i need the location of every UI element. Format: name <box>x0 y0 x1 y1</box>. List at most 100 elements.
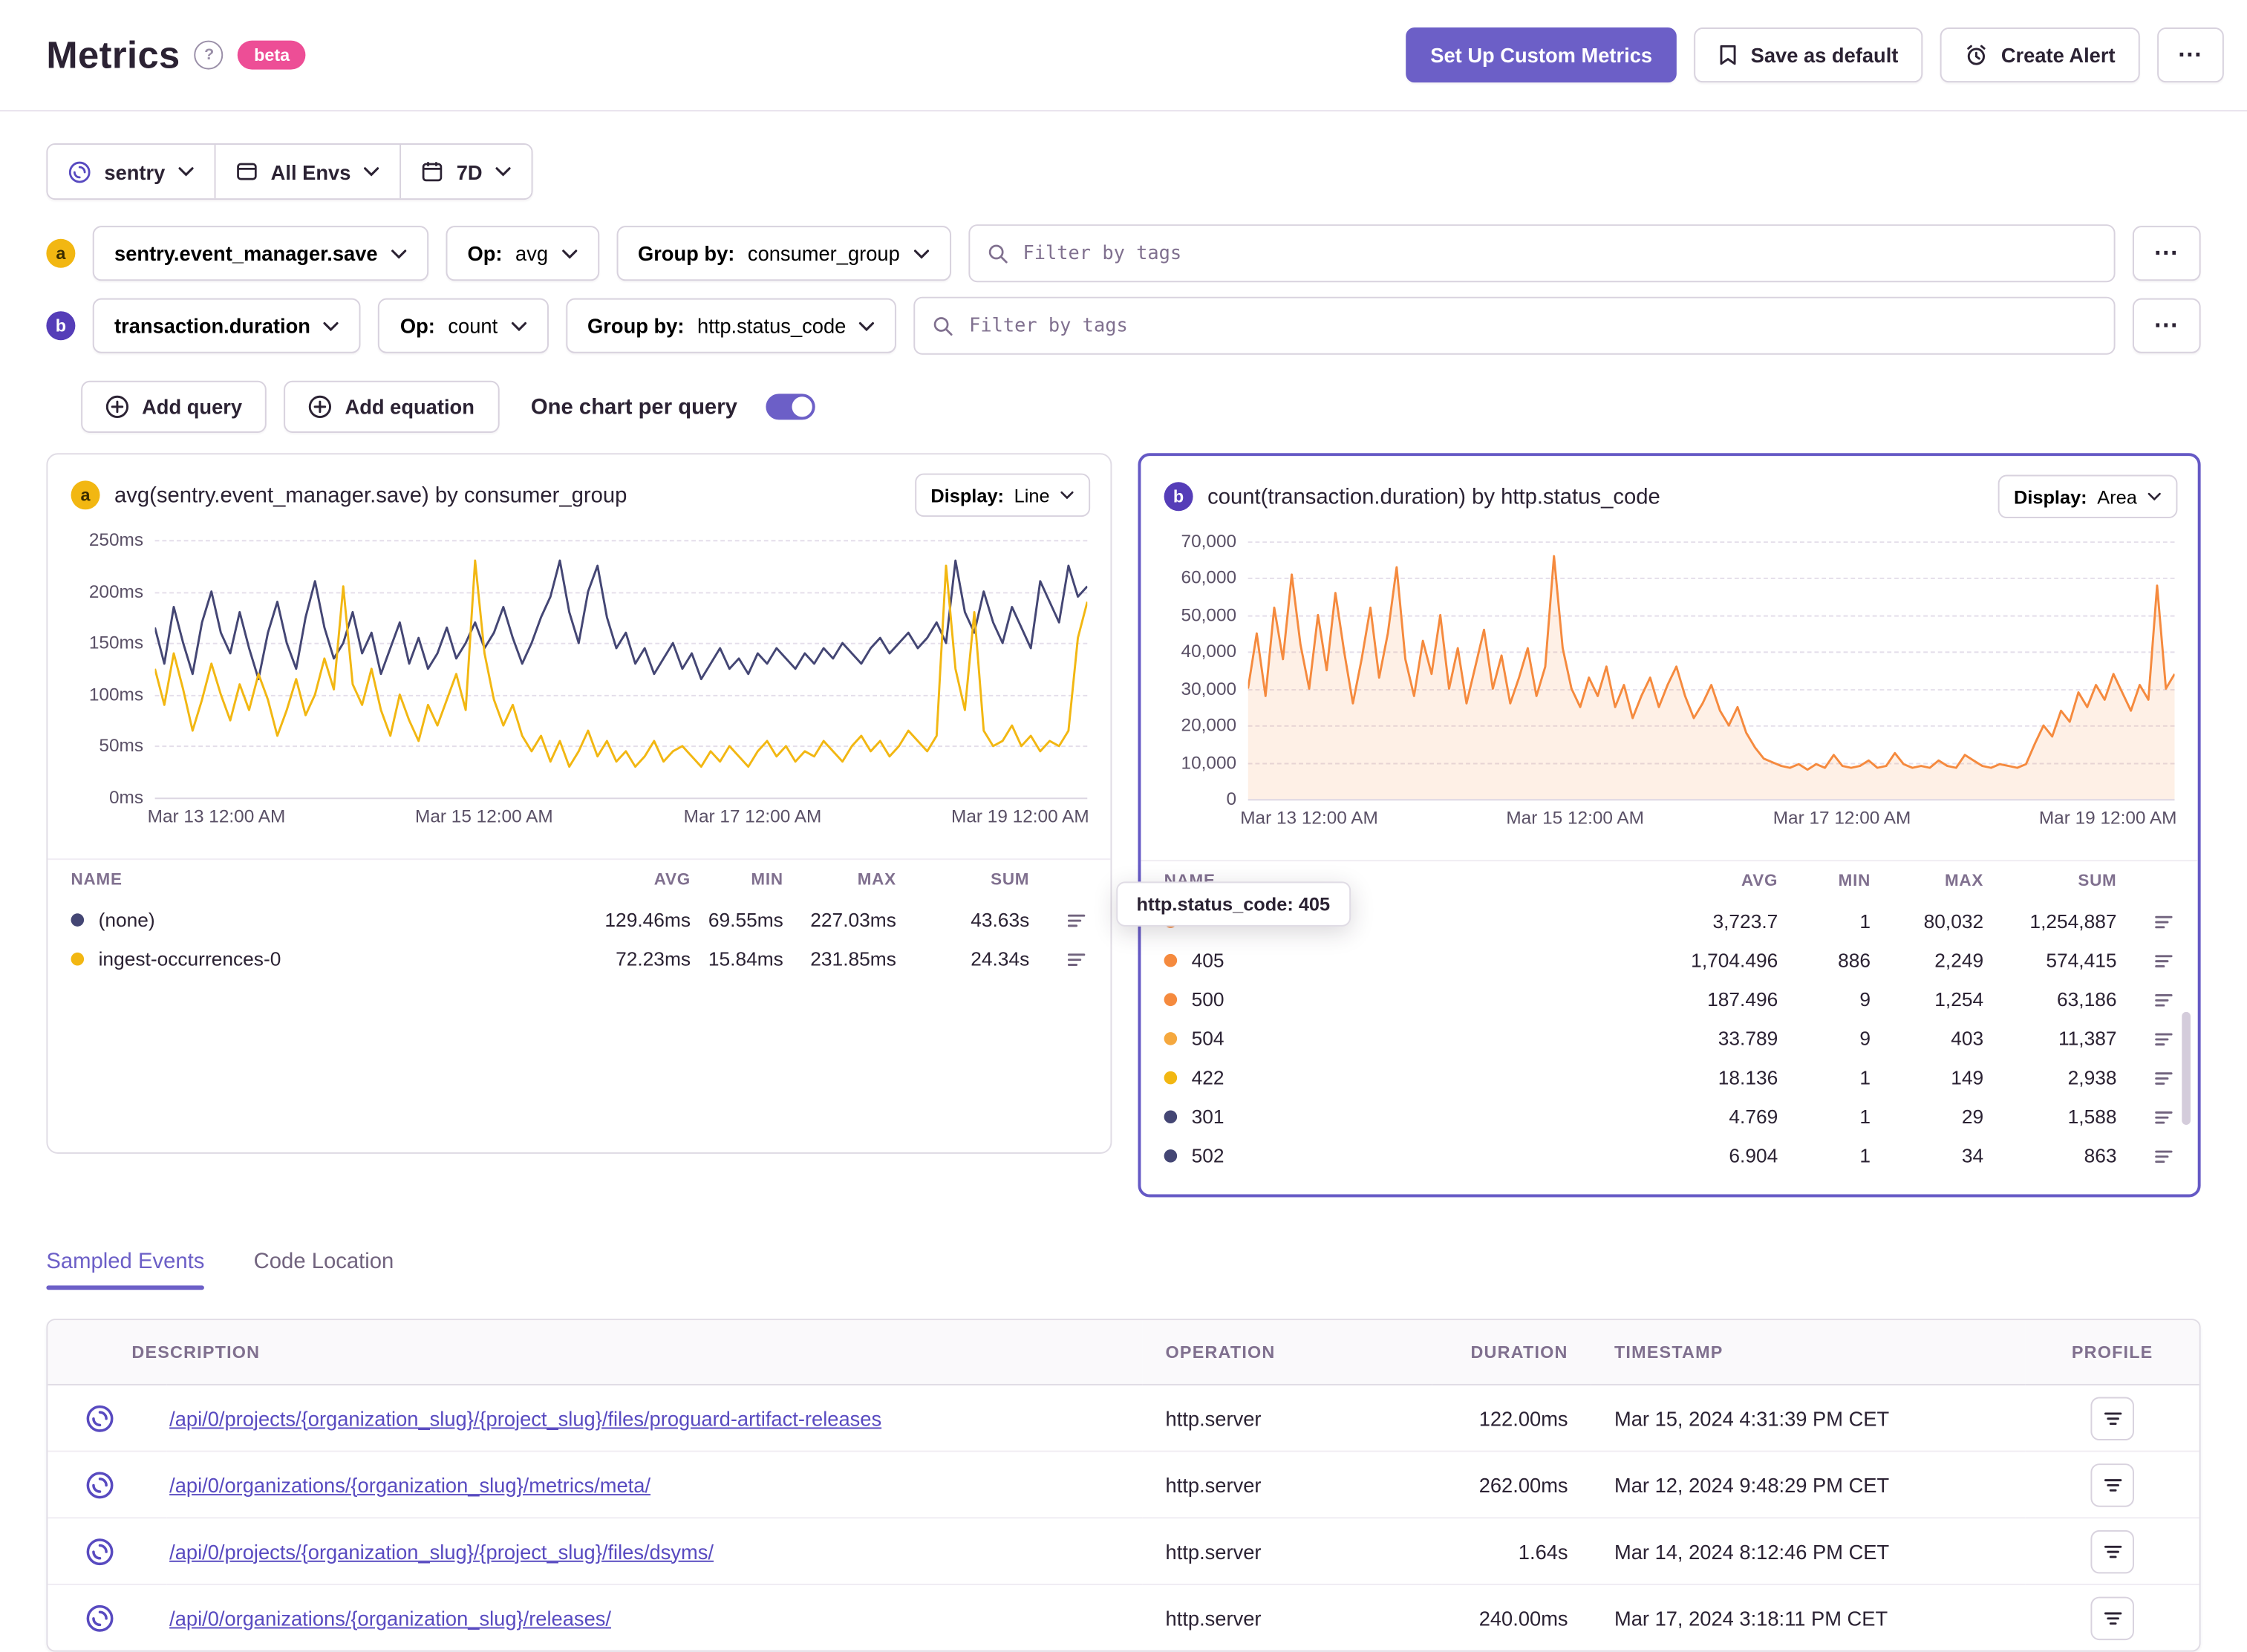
groupby-select-a[interactable]: Group by: consumer_group <box>616 226 951 281</box>
event-description-link[interactable]: /api/0/organizations/{organization_slug}… <box>169 1606 611 1629</box>
query-symbol-a: a <box>46 238 76 268</box>
metric-select-b[interactable]: transaction.duration <box>92 298 362 353</box>
summary-row[interactable]: 504 33.789 9 403 11,387 <box>1141 1019 2197 1059</box>
event-row: /api/0/projects/{organization_slug}/{pro… <box>48 1518 2199 1585</box>
table-scrollbar[interactable] <box>2182 1011 2191 1125</box>
summary-row[interactable]: (none) 129.46ms 69.55ms 227.03ms 43.63s <box>48 901 1110 940</box>
row-details-icon[interactable] <box>2153 950 2174 970</box>
tab-code-location[interactable]: Code Location <box>254 1250 394 1290</box>
event-timestamp: Mar 15, 2024 4:31:39 PM CET <box>1591 1384 2026 1452</box>
query-a-more-button[interactable]: ⋯ <box>2132 226 2201 281</box>
query-actions: Add query Add equation One chart per que… <box>81 380 2200 433</box>
display-select-b[interactable]: Display: Area <box>1997 474 2178 519</box>
event-operation: http.server <box>1142 1518 1432 1585</box>
event-duration: 122.00ms <box>1432 1384 1591 1452</box>
query-symbol-b: b <box>46 311 76 341</box>
tag-filter-input-a[interactable] <box>1020 241 2097 266</box>
summary-row[interactable]: 500 187.496 9 1,254 63,186 <box>1141 980 2197 1019</box>
metric-select-a[interactable]: sentry.event_manager.save <box>92 226 428 281</box>
create-alert-button[interactable]: Create Alert <box>1940 27 2140 83</box>
x-tick-label: Mar 17 12:00 AM <box>683 806 822 827</box>
search-icon <box>933 316 953 336</box>
project-select[interactable]: sentry <box>48 144 215 199</box>
series-color-dot <box>1164 1032 1178 1045</box>
sentry-project-icon <box>85 1470 166 1499</box>
y-tick-label: 100ms <box>88 684 144 705</box>
date-range-value: 7D <box>456 160 483 183</box>
add-equation-label: Add equation <box>345 395 474 419</box>
summary-row[interactable]: 405 1,704.496 886 2,249 574,415 <box>1141 941 2197 980</box>
event-description-link[interactable]: /api/0/projects/{organization_slug}/{pro… <box>169 1406 881 1429</box>
y-tick-label: 10,000 <box>1181 752 1237 773</box>
row-details-icon[interactable] <box>2153 1028 2174 1048</box>
event-description-link[interactable]: /api/0/organizations/{organization_slug}… <box>169 1473 650 1496</box>
row-details-icon[interactable] <box>2153 911 2174 931</box>
one-chart-per-query-toggle[interactable] <box>766 394 816 420</box>
y-axis: 70,000 60,000 50,000 40,000 30,000 20,000 10,0… <box>1164 532 1237 809</box>
display-select-a[interactable]: Display: Line <box>914 473 1091 518</box>
metric-name: sentry.event_manager.save <box>114 241 378 265</box>
y-tick-label: 60,000 <box>1181 568 1237 589</box>
circled-plus-icon <box>105 395 129 418</box>
metric-panel-b[interactable]: b count(transaction.duration) by http.st… <box>1138 453 2201 1198</box>
header-more-button[interactable]: ⋯ <box>2157 27 2224 83</box>
query-row-a: a sentry.event_manager.save Op: avg Grou… <box>46 224 2201 283</box>
row-details-icon[interactable] <box>1066 910 1087 930</box>
event-row: /api/0/organizations/{organization_slug}… <box>48 1451 2199 1519</box>
summary-row[interactable]: 301 4.769 1 29 1,588 <box>1141 1097 2197 1137</box>
line-chart-a: 250ms 200ms 150ms 100ms 50ms 0ms Mar 13 12:00 … <box>48 523 1110 841</box>
row-details-icon[interactable] <box>2153 1068 2174 1088</box>
series-name: 504 <box>1191 1028 1224 1050</box>
x-tick-label: Mar 19 12:00 AM <box>951 806 1089 827</box>
save-as-default-button[interactable]: Save as default <box>1694 27 1923 83</box>
bookmark-icon <box>1719 43 1738 66</box>
chevron-down-icon <box>323 321 339 331</box>
row-details-icon[interactable] <box>2153 1107 2174 1127</box>
summary-row[interactable]: 502 6.904 1 34 863 <box>1141 1137 2197 1176</box>
series-color-dot <box>1164 1071 1178 1085</box>
sentry-logo-icon <box>68 160 91 183</box>
y-tick-label: 70,000 <box>1181 531 1237 552</box>
profile-button[interactable] <box>2090 1596 2134 1640</box>
profile-button[interactable] <box>2090 1529 2134 1573</box>
date-range-select[interactable]: 7D <box>399 144 532 199</box>
chevron-down-icon <box>561 248 577 258</box>
x-tick-label: Mar 17 12:00 AM <box>1773 807 1911 829</box>
metric-panel-a[interactable]: a avg(sentry.event_manager.save) by cons… <box>46 453 1112 1154</box>
plot-area[interactable] <box>154 540 1088 800</box>
chevron-down-icon <box>178 166 194 177</box>
op-select-b[interactable]: Op: count <box>378 298 549 353</box>
op-value: count <box>448 314 498 338</box>
sampled-events-table: DESCRIPTION OPERATION DURATION TIMESTAMP… <box>46 1319 2201 1652</box>
summary-header-row: NAMEAVGMINMAXSUM <box>71 871 1030 889</box>
profile-button[interactable] <box>2090 1396 2134 1440</box>
row-details-icon[interactable] <box>1066 949 1087 969</box>
summary-row[interactable]: ingest-occurrences-0 72.23ms 15.84ms 231.85… <box>48 939 1110 979</box>
chevron-down-icon <box>1060 491 1074 500</box>
event-description-link[interactable]: /api/0/projects/{organization_slug}/{pro… <box>169 1540 714 1563</box>
ellipsis-icon: ⋯ <box>2153 311 2180 339</box>
y-tick-label: 20,000 <box>1181 715 1237 736</box>
query-b-more-button[interactable]: ⋯ <box>2132 298 2201 353</box>
plot-area[interactable] <box>1248 541 2175 801</box>
row-details-icon[interactable] <box>2153 990 2174 1010</box>
add-equation-button[interactable]: Add equation <box>284 380 500 433</box>
query-symbol-b: b <box>1164 482 1193 512</box>
profile-button[interactable] <box>2090 1463 2134 1506</box>
setup-custom-metrics-button[interactable]: Set Up Custom Metrics <box>1406 27 1677 83</box>
row-details-icon[interactable] <box>2153 1146 2174 1166</box>
event-row: /api/0/projects/{organization_slug}/{pro… <box>48 1384 2199 1452</box>
help-icon[interactable]: ? <box>195 40 224 70</box>
environment-select[interactable]: All Envs <box>214 144 400 199</box>
event-duration: 262.00ms <box>1432 1451 1591 1519</box>
series-color-dot <box>71 952 85 966</box>
groupby-select-b[interactable]: Group by: http.status_code <box>565 298 897 353</box>
tab-sampled-events[interactable]: Sampled Events <box>46 1250 205 1290</box>
tag-filter-input-b[interactable] <box>966 313 2097 339</box>
column-description: DESCRIPTION <box>48 1320 1143 1385</box>
summary-row[interactable]: 422 18.136 1 149 2,938 <box>1141 1058 2197 1097</box>
event-duration: 1.64s <box>1432 1518 1591 1585</box>
y-tick-label: 40,000 <box>1181 641 1237 662</box>
op-select-a[interactable]: Op: avg <box>446 226 599 281</box>
add-query-button[interactable]: Add query <box>81 380 267 433</box>
